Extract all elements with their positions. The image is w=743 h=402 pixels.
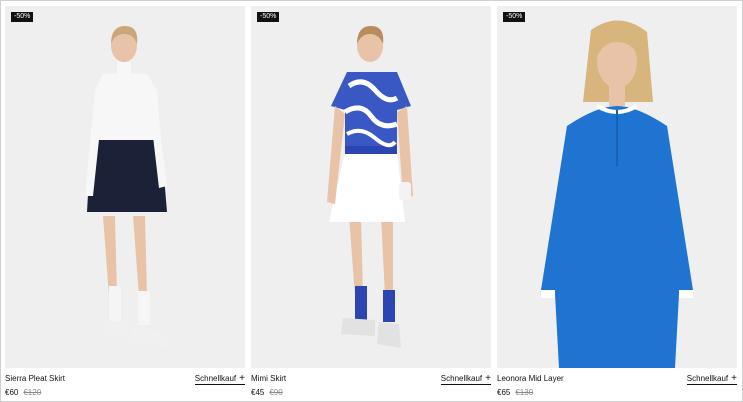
discount-badge: -50% — [257, 12, 280, 22]
discount-badge: -50% — [11, 12, 34, 22]
product-name[interactable]: Sierra Pleat Skirt — [5, 374, 65, 383]
original-price: €90 — [269, 388, 283, 397]
price-row: €60 €120 — [5, 388, 41, 397]
product-image[interactable]: -50% — [497, 6, 737, 368]
product-info: Sierra Pleat Skirt €60 €120 Schnellkauf … — [5, 371, 245, 401]
quick-buy-button[interactable]: Schnellkauf + — [194, 372, 245, 385]
plus-icon: + — [239, 372, 245, 384]
original-price: €120 — [23, 388, 42, 397]
original-price: €130 — [515, 388, 534, 397]
model-photo — [85, 26, 169, 348]
quick-buy-button[interactable]: Schnellkauf + — [440, 372, 491, 385]
product-image[interactable]: -50% — [5, 6, 245, 368]
product-info: Leonora Mid Layer €65 €130 Schnellkauf + — [497, 371, 737, 401]
discount-badge: -50% — [503, 12, 526, 22]
price-row: €65 €130 — [497, 388, 533, 397]
sale-price: €65 — [497, 388, 511, 397]
product-name[interactable]: Leonora Mid Layer — [497, 374, 564, 383]
plus-icon: + — [731, 372, 737, 384]
sale-price: €45 — [251, 388, 265, 397]
product-grid-frame: -50% Sierra Pleat Skirt €60 €120 Schnell… — [0, 0, 743, 402]
product-info: Mimi Skirt €45 €90 Schnellkauf + — [251, 371, 491, 401]
model-photo — [327, 26, 413, 348]
quick-buy-label: Schnellkauf — [194, 374, 237, 383]
model-photo — [541, 20, 693, 368]
price-row: €45 €90 — [251, 388, 283, 397]
quick-buy-label: Schnellkauf — [686, 374, 729, 383]
product-image[interactable]: -50% — [251, 6, 491, 368]
quick-buy-button[interactable]: Schnellkauf + — [686, 372, 737, 385]
sale-price: €60 — [5, 388, 19, 397]
product-grid: -50% Sierra Pleat Skirt €60 €120 Schnell… — [5, 6, 737, 401]
product-card-sierra-pleat-skirt[interactable]: -50% Sierra Pleat Skirt €60 €120 Schnell… — [5, 6, 245, 401]
product-name[interactable]: Mimi Skirt — [251, 374, 286, 383]
product-card-mimi-skirt[interactable]: -50% Mimi Skirt €45 €90 Schnellkauf + — [251, 6, 491, 401]
product-card-leonora-mid-layer[interactable]: -50% Leonora Mid Layer €65 €130 Schnellk… — [497, 6, 737, 401]
plus-icon: + — [485, 372, 491, 384]
quick-buy-label: Schnellkauf — [440, 374, 483, 383]
